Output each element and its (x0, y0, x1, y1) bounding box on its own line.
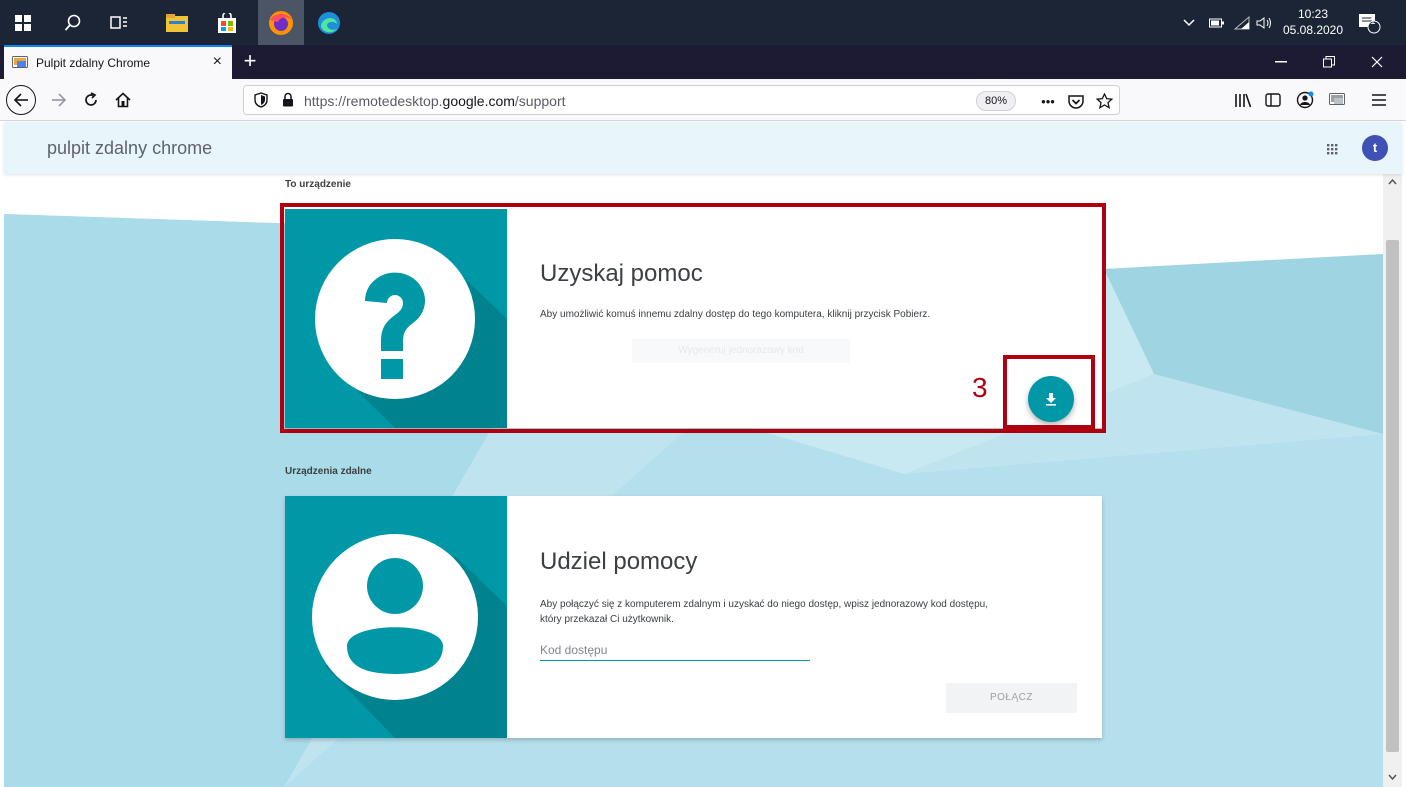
windows-taskbar: 10:23 05.08.2020 1 (0, 0, 1406, 45)
remote-desktop-favicon-icon (12, 56, 28, 68)
give-help-description-line1: Aby połączyć się z komputerem zdalnym i … (540, 599, 989, 610)
windows-start-icon[interactable] (8, 8, 38, 38)
download-button[interactable] (1028, 376, 1074, 422)
account-icon[interactable] (1290, 85, 1320, 115)
minimize-icon[interactable] (1258, 45, 1304, 79)
edge-icon[interactable] (314, 8, 344, 38)
download-icon (1046, 393, 1056, 406)
clock-time: 10:23 (1297, 7, 1329, 21)
tracking-shield-icon[interactable] (254, 92, 268, 113)
url-path: /support (514, 93, 566, 109)
close-window-icon[interactable] (1354, 45, 1400, 79)
give-help-description: Aby połączyć się z komputerem zdalnym i … (540, 597, 1080, 627)
chevron-up-icon[interactable] (1183, 0, 1199, 45)
home-icon[interactable] (108, 85, 138, 115)
search-icon[interactable] (58, 8, 88, 38)
clock-date: 05.08.2020 (1282, 23, 1344, 37)
back-arrow-icon[interactable] (6, 85, 36, 115)
lock-icon[interactable] (282, 92, 294, 112)
give-help-card: Udziel pomocy Aby połączyć się z kompute… (285, 496, 1102, 738)
access-code-input[interactable] (540, 639, 810, 661)
generate-code-button[interactable]: Wygeneruj jednorazowy kod (632, 339, 850, 363)
reload-icon[interactable] (76, 85, 106, 115)
url-bar[interactable]: https://remotedesktop.google.com/support… (243, 85, 1120, 115)
give-help-description-line2: który przekazał Ci użytkownik. (540, 614, 674, 625)
volume-icon[interactable] (1256, 0, 1276, 45)
taskbar-clock[interactable]: 10:23 05.08.2020 (1278, 6, 1348, 38)
tab-pulpit-zdalny[interactable]: Pulpit zdalny Chrome × (4, 45, 232, 79)
forward-arrow-icon[interactable] (44, 85, 74, 115)
firefox-icon[interactable] (258, 0, 304, 45)
battery-icon[interactable] (1209, 0, 1227, 45)
file-explorer-icon[interactable] (162, 8, 192, 38)
restore-icon[interactable] (1306, 45, 1352, 79)
main-content: To urządzenie Uzyskaj pomoc Aby umożliwi… (4, 174, 1383, 787)
scrollbar-thumb[interactable] (1386, 240, 1399, 752)
url-domain: google.com (442, 93, 515, 109)
tab-title: Pulpit zdalny Chrome (36, 56, 151, 70)
notification-icon[interactable]: 1 (1358, 0, 1386, 45)
app-header: pulpit zdalny chrome t (4, 122, 1402, 174)
zoom-indicator[interactable]: 80% (976, 91, 1017, 111)
connect-button[interactable]: POŁĄCZ (946, 683, 1077, 713)
app-brand[interactable]: pulpit zdalny chrome (47, 138, 212, 159)
page-actions-more-icon[interactable]: ••• (1036, 89, 1060, 113)
get-help-description: Aby umożliwić komuś innemu zdalny dostęp… (540, 309, 931, 320)
hamburger-menu-icon[interactable] (1364, 85, 1394, 115)
new-tab-button[interactable]: + (238, 47, 262, 75)
give-help-illustration (285, 496, 507, 738)
browser-nav-bar: https://remotedesktop.google.com/support… (0, 79, 1406, 121)
url-prefix: https://remotedesktop. (304, 93, 443, 109)
annotation-step-number: 3 (972, 372, 988, 403)
get-help-illustration (285, 209, 507, 428)
scroll-down-icon[interactable] (1386, 771, 1399, 785)
browser-tab-bar: Pulpit zdalny Chrome × + (0, 45, 1406, 79)
bookmark-star-icon[interactable] (1092, 89, 1116, 113)
sidebar-icon[interactable] (1258, 85, 1288, 115)
url-text[interactable]: https://remotedesktop.google.com/support (304, 93, 566, 109)
notification-count: 1 (1370, 16, 1376, 27)
page-scrollbar[interactable] (1383, 174, 1402, 787)
give-help-title: Udziel pomocy (540, 548, 698, 575)
section-label-this-device: To urządzenie (285, 179, 351, 190)
get-help-title: Uzyskaj pomoc (540, 260, 703, 287)
user-avatar[interactable]: t (1362, 135, 1388, 161)
store-icon[interactable] (212, 8, 242, 38)
close-tab-icon[interactable]: × (213, 53, 222, 71)
remote-desktop-extension-icon[interactable] (1322, 85, 1352, 115)
task-view-icon[interactable] (104, 8, 134, 38)
pocket-icon[interactable] (1064, 89, 1088, 113)
scroll-up-icon[interactable] (1386, 176, 1399, 190)
library-icon[interactable] (1228, 85, 1258, 115)
wifi-icon[interactable] (1234, 0, 1252, 45)
section-label-remote-devices: Urządzenia zdalne (285, 466, 372, 477)
apps-grid-icon[interactable] (1322, 139, 1342, 159)
